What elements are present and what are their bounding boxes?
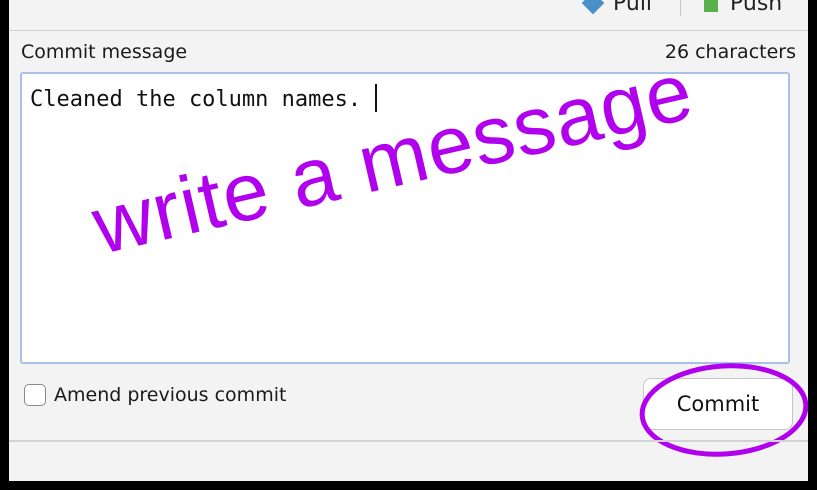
amend-checkbox[interactable]	[24, 384, 46, 406]
amend-label: Amend previous commit	[54, 384, 287, 406]
pull-diamond-icon	[581, 0, 605, 15]
pull-button[interactable]: Pull	[581, 0, 653, 18]
amend-previous-commit-option[interactable]: Amend previous commit	[24, 384, 286, 406]
character-count: 26 characters	[664, 41, 796, 63]
bottom-divider	[9, 440, 808, 442]
commit-panel: Pull Push Commit message 26 characters C…	[9, 0, 808, 481]
commit-message-label: Commit message	[21, 41, 188, 63]
push-label: Push	[730, 0, 783, 16]
push-button[interactable]: Push	[704, 0, 782, 18]
text-cursor	[375, 84, 378, 112]
pull-label: Pull	[613, 0, 653, 16]
push-square-icon	[704, 0, 718, 12]
commit-message-text: Cleaned the column names.	[30, 87, 362, 112]
commit-circle-annotation	[639, 363, 808, 457]
git-toolbar: Pull Push	[9, 0, 808, 31]
toolbar-separator	[680, 0, 681, 16]
